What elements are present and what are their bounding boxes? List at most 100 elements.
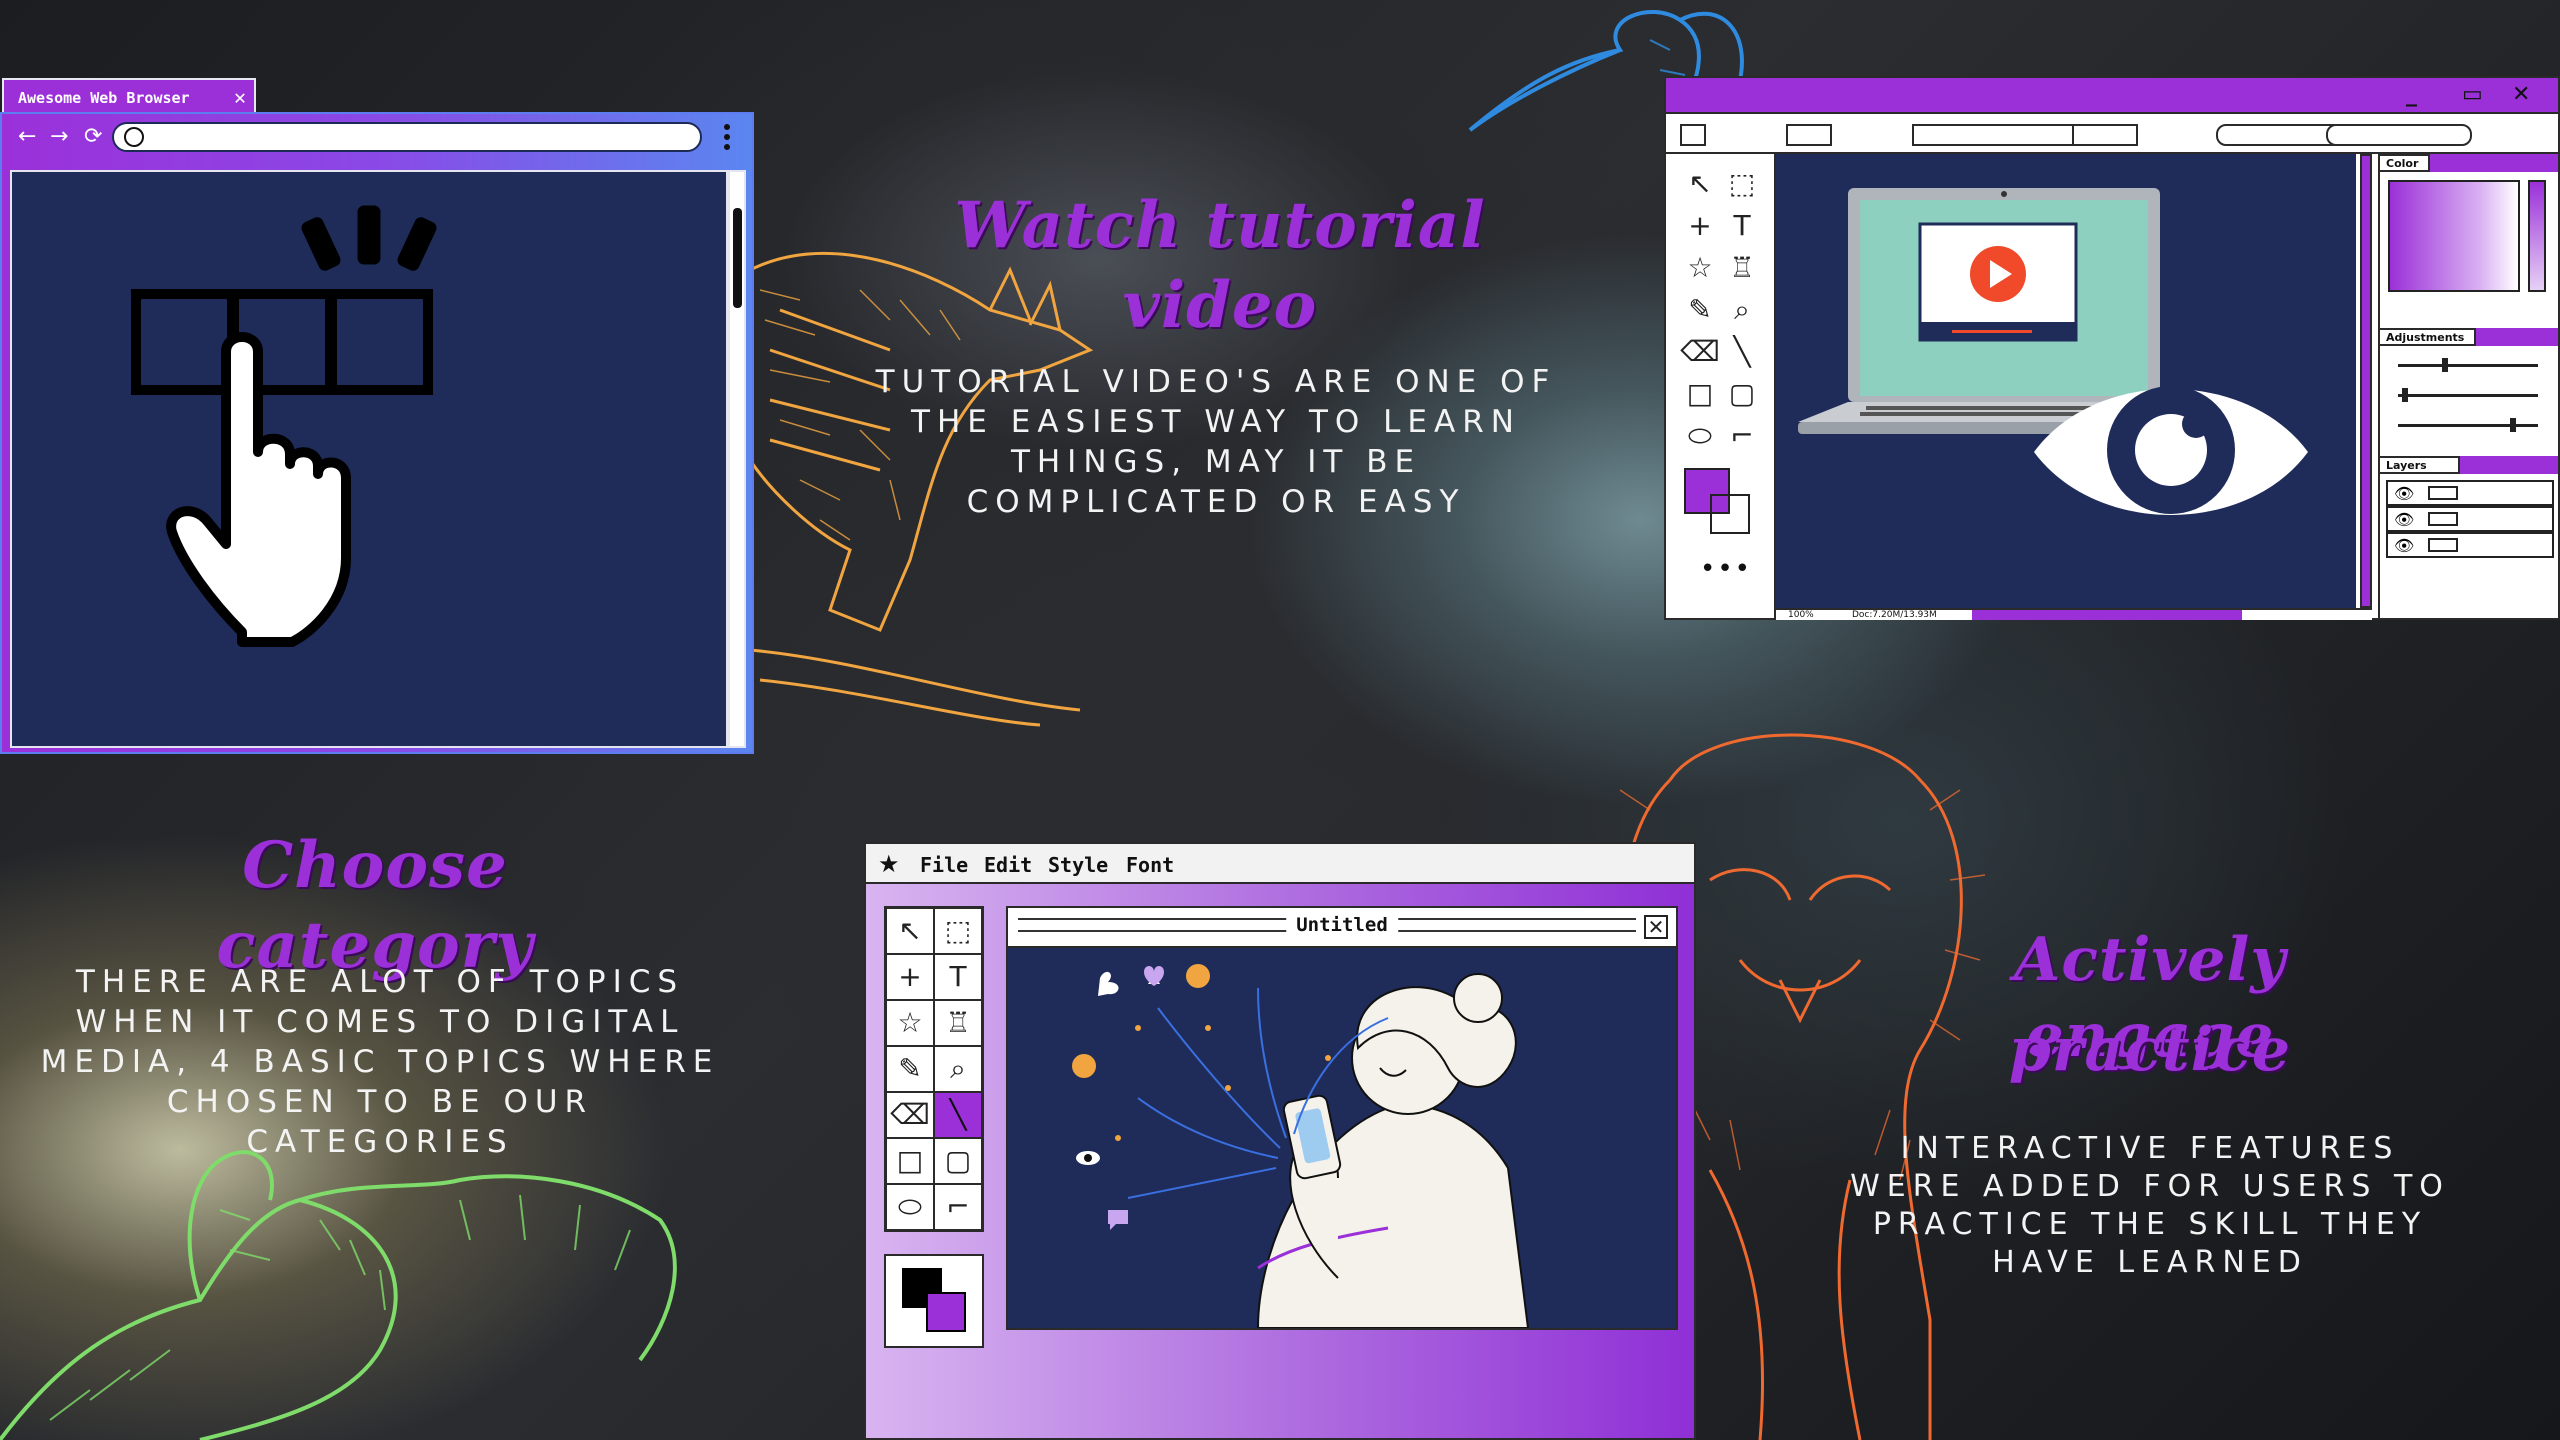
pencil-tool-icon[interactable]: ✎ xyxy=(886,1046,934,1092)
marquee-tool-icon[interactable]: ⬚ xyxy=(934,908,982,954)
layer-row[interactable]: 👁 xyxy=(2386,480,2554,506)
menu-style[interactable]: Style xyxy=(1048,853,1108,877)
editor-side-panel: Color Adjustments Layers 👁 👁 👁 xyxy=(2378,154,2558,620)
adjust-slider-3[interactable] xyxy=(2398,424,2538,427)
menu-file[interactable]: File xyxy=(920,853,968,877)
menu-font[interactable]: Font xyxy=(1126,853,1174,877)
adjust-slider-2-thumb[interactable] xyxy=(2402,388,2408,402)
more-tools-icon[interactable]: ••• xyxy=(1700,554,1752,584)
color-panel-label: Color xyxy=(2380,154,2430,172)
editor-scrollbar[interactable] xyxy=(2360,154,2372,608)
plus-tool-icon[interactable]: + xyxy=(886,954,934,1000)
adjustments-panel-label: Adjustments xyxy=(2380,328,2476,346)
select-dropdown[interactable] xyxy=(1680,124,1706,146)
body-actively-engage: INTERACTIVE FEATURES WERE ADDED FOR USER… xyxy=(1850,1131,2450,1280)
text-tool-icon[interactable]: T xyxy=(1722,206,1762,246)
editor-tool-panel: ↖ ⬚ + T ☆ ♖ ✎ ⌕ ⌫ ╲ □ ▢ ⬭ ⌐ ••• xyxy=(1666,154,1776,620)
paint-tool-grid: ↖ ⬚ + T ☆ ♖ ✎ ⌕ ⌫ ╲ □ ▢ ⬭ ⌐ xyxy=(884,906,984,1232)
adjust-slider-1-thumb[interactable] xyxy=(2442,358,2448,372)
scrollbar-thumb[interactable] xyxy=(733,208,742,308)
editor-canvas xyxy=(1776,154,2356,608)
layers-panel-label: Layers xyxy=(2380,456,2460,474)
brush-tool-icon[interactable]: ♖ xyxy=(1722,248,1762,288)
background-color[interactable] xyxy=(926,1292,966,1332)
hue-slider[interactable] xyxy=(2528,180,2546,292)
paint-menubar: ★ File Edit Style Font xyxy=(866,844,1694,884)
layer-thumbnail xyxy=(2428,512,2458,526)
browser-frame: ← → ⟳ xyxy=(0,112,754,754)
layer-thumbnail xyxy=(2428,486,2458,500)
arrow-tool-icon[interactable]: ↖ xyxy=(1680,164,1720,204)
option-dropdown-2[interactable] xyxy=(2072,124,2138,146)
close-icon[interactable]: ✕ xyxy=(2512,82,2530,107)
eraser-tool-icon[interactable]: ⌫ xyxy=(886,1092,934,1138)
eye-icon[interactable]: 👁 xyxy=(2394,484,2414,503)
lizard-illustration xyxy=(0,1150,677,1440)
body-watch-tutorial: TUTORIAL VIDEO'S ARE ONE OF THE EASIEST … xyxy=(875,364,1557,520)
reload-icon[interactable]: ⟳ xyxy=(84,124,102,149)
rectangle-tool-icon[interactable]: □ xyxy=(1680,374,1720,414)
arrow-tool-icon[interactable]: ↖ xyxy=(886,908,934,954)
adjust-slider-1[interactable] xyxy=(2398,364,2538,367)
star-icon[interactable]: ★ xyxy=(878,850,900,878)
polygon-tool-icon[interactable]: ⌐ xyxy=(1722,416,1762,456)
polygon-tool-icon[interactable]: ⌐ xyxy=(934,1184,982,1230)
paint-color-swatch[interactable] xyxy=(884,1254,984,1348)
eraser-tool-icon[interactable]: ⌫ xyxy=(1680,332,1720,372)
color-panel-band xyxy=(2430,154,2558,172)
forward-arrow-icon[interactable]: → xyxy=(50,124,68,149)
browser-scrollbar[interactable] xyxy=(728,170,746,748)
minimize-icon[interactable]: _ xyxy=(2406,82,2417,107)
body-choose-category: THERE ARE ALOT OF TOPICS WHEN IT COMES T… xyxy=(40,964,720,1160)
editor-window: _ ▭ ✕ ↖ ⬚ + T ☆ ♖ ✎ ⌕ ⌫ ╲ □ ▢ ⬭ ⌐ ••• 10… xyxy=(1664,76,2560,620)
star-tool-icon[interactable]: ☆ xyxy=(886,1000,934,1046)
layer-row[interactable]: 👁 xyxy=(2386,506,2554,532)
brush-tool-icon[interactable]: ♖ xyxy=(934,1000,982,1046)
browser-tab[interactable]: Awesome Web Browser ✕ xyxy=(2,78,256,114)
document-title: Untitled xyxy=(1286,914,1398,936)
back-arrow-icon[interactable]: ← xyxy=(18,124,36,149)
video-laptop-icon xyxy=(1798,188,2308,515)
doc-size-readout: Doc:7.20M/13.93M xyxy=(1852,610,1937,620)
rectangle-tool-icon[interactable]: □ xyxy=(886,1138,934,1184)
ellipse-tool-icon[interactable]: ⬭ xyxy=(886,1184,934,1230)
zoom-tool-icon[interactable]: ⌕ xyxy=(1722,290,1762,330)
editor-toolbar xyxy=(1666,114,2558,154)
star-tool-icon[interactable]: ☆ xyxy=(1680,248,1720,288)
close-icon[interactable]: ✕ xyxy=(234,85,246,109)
paint-document-window: Untitled ✕ xyxy=(1006,906,1678,1330)
address-bar[interactable] xyxy=(112,122,702,152)
close-icon[interactable]: ✕ xyxy=(1644,915,1668,939)
background-color-swatch[interactable] xyxy=(1710,494,1750,534)
rounded-rect-tool-icon[interactable]: ▢ xyxy=(1722,374,1762,414)
horizontal-scrollbar[interactable] xyxy=(1972,610,2242,620)
marquee-tool-icon[interactable]: ⬚ xyxy=(1722,164,1762,204)
adjust-slider-3-thumb[interactable] xyxy=(2510,418,2516,432)
heading-practice: practice xyxy=(2008,1015,2292,1085)
menu-edit[interactable]: Edit xyxy=(984,853,1032,877)
heading-watch-tutorial: Watch tutorial video xyxy=(954,188,1486,343)
toolbar-button-2[interactable] xyxy=(2326,124,2472,146)
pencil-tool-icon[interactable]: ✎ xyxy=(1680,290,1720,330)
adjust-slider-2[interactable] xyxy=(2398,394,2538,397)
maximize-icon[interactable]: ▭ xyxy=(2462,82,2483,107)
document-canvas xyxy=(1008,948,1676,1329)
rounded-rect-tool-icon[interactable]: ▢ xyxy=(934,1138,982,1184)
browser-tab-title: Awesome Web Browser xyxy=(18,89,190,107)
layer-row[interactable]: 👁 xyxy=(2386,532,2554,558)
globe-icon xyxy=(124,127,144,147)
layout-toggle[interactable] xyxy=(1786,124,1832,146)
eye-icon[interactable]: 👁 xyxy=(2394,510,2414,529)
layer-thumbnail xyxy=(2428,538,2458,552)
plus-tool-icon[interactable]: + xyxy=(1680,206,1720,246)
more-options-icon[interactable] xyxy=(724,124,730,150)
layers-panel-band xyxy=(2460,456,2558,474)
line-tool-icon[interactable]: ╲ xyxy=(934,1092,982,1138)
line-tool-icon[interactable]: ╲ xyxy=(1722,332,1762,372)
eye-icon[interactable]: 👁 xyxy=(2394,536,2414,555)
color-picker-gradient[interactable] xyxy=(2388,180,2520,292)
zoom-tool-icon[interactable]: ⌕ xyxy=(934,1046,982,1092)
adjustments-panel-band xyxy=(2476,328,2558,346)
ellipse-tool-icon[interactable]: ⬭ xyxy=(1680,416,1720,456)
text-tool-icon[interactable]: T xyxy=(934,954,982,1000)
